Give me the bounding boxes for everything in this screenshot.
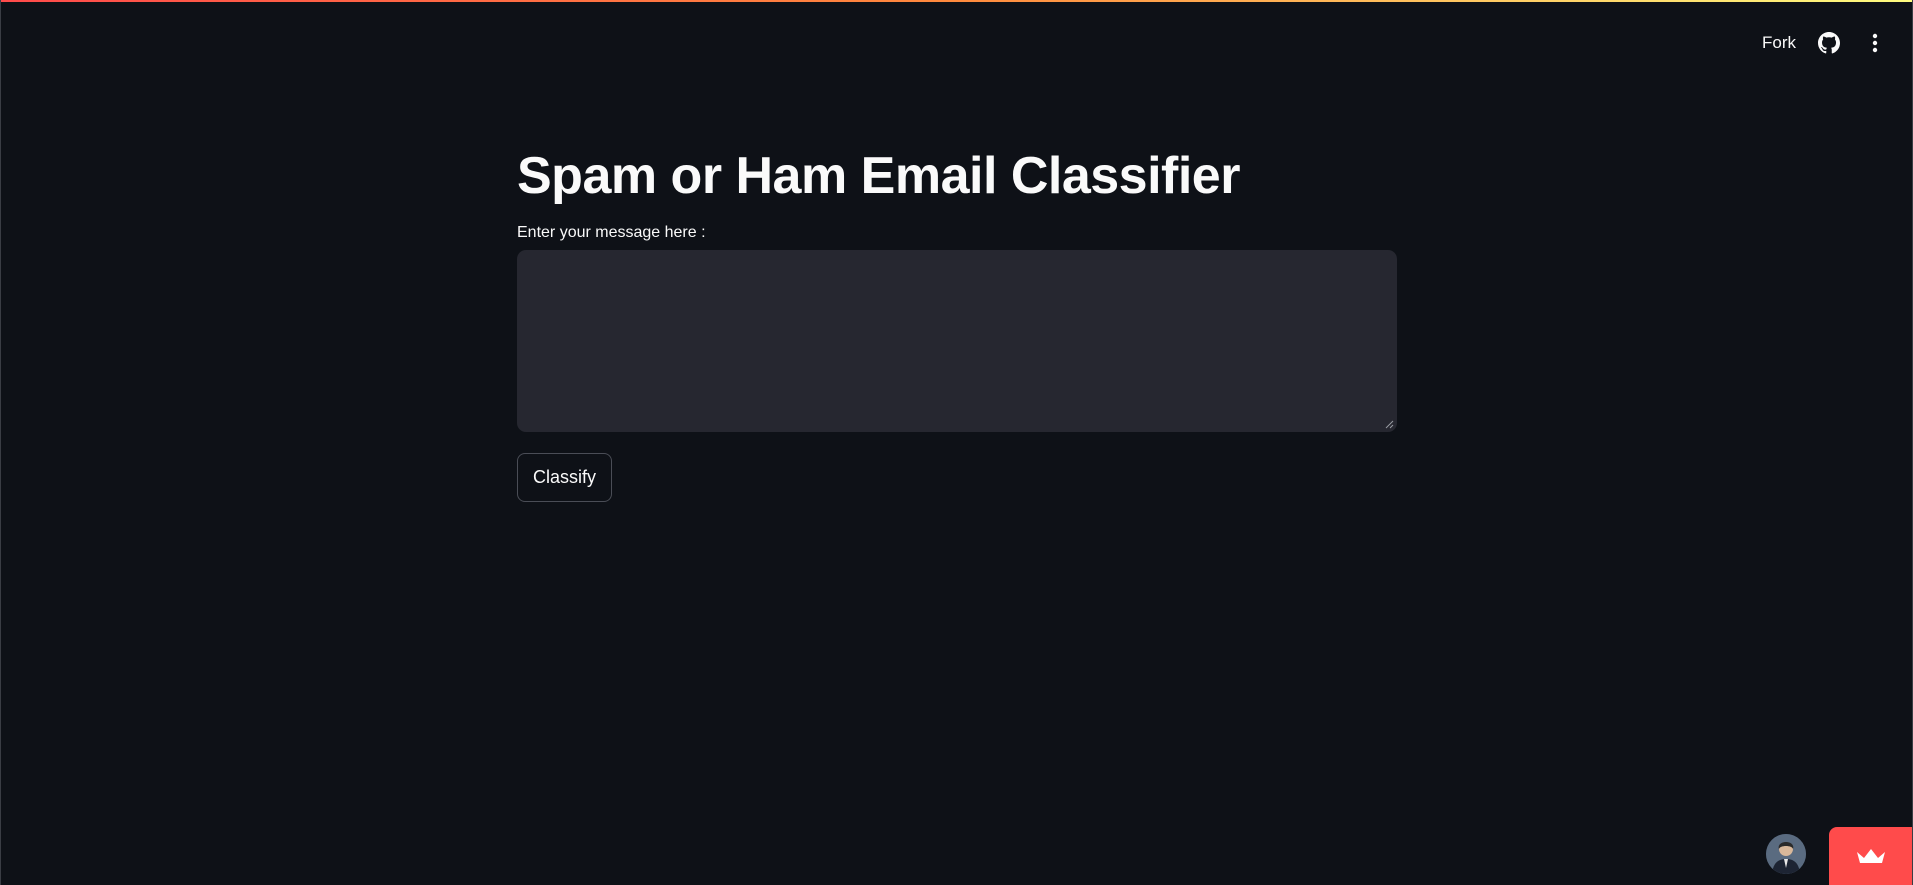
user-avatar[interactable] [1766,834,1806,874]
fork-link[interactable]: Fork [1762,33,1796,53]
crown-icon [1856,849,1885,863]
crown-badge-button[interactable] [1829,827,1912,885]
message-textarea-container [517,250,1397,432]
main-content: Spam or Ham Email Classifier Enter your … [517,138,1397,502]
header-toolbar: Fork [1762,26,1888,60]
message-textarea[interactable] [517,250,1397,432]
app-window: Fork Spam or Ham Email Classifier Enter … [0,0,1913,885]
github-icon[interactable] [1816,30,1842,56]
classify-button[interactable]: Classify [517,453,613,502]
kebab-menu-icon[interactable] [1862,30,1888,56]
message-input-label: Enter your message here : [517,224,706,241]
top-decoration-bar [1,0,1912,2]
page-title: Spam or Ham Email Classifier [517,147,1240,205]
